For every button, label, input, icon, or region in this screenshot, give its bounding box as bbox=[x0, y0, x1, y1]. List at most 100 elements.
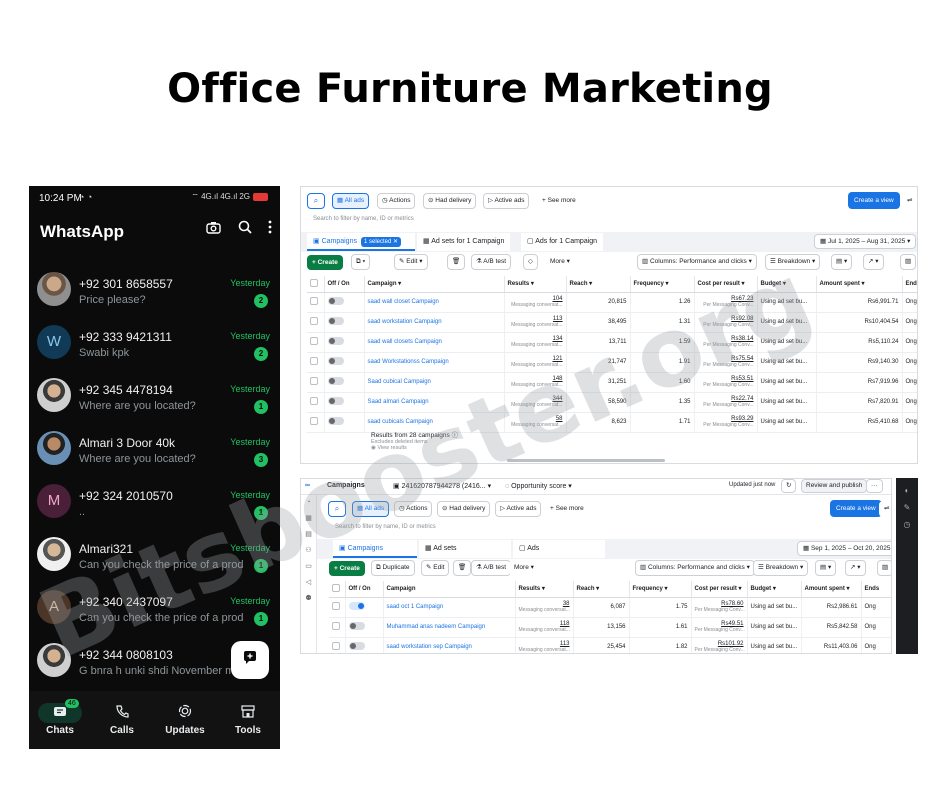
campaign-toggle[interactable] bbox=[327, 357, 344, 365]
chart-icon[interactable]: ▨ bbox=[900, 254, 917, 270]
col-amount-spent[interactable]: Amount spent ▾ bbox=[801, 581, 862, 598]
card-icon[interactable]: ▭ bbox=[301, 559, 316, 575]
export-icon[interactable]: ↗ ▾ bbox=[845, 560, 866, 576]
row-toggle-cell[interactable] bbox=[345, 617, 384, 638]
table-row[interactable]: saad Workstationss Campaign 121 Messaging … bbox=[307, 352, 917, 373]
col-budget[interactable]: Budget ▾ bbox=[747, 581, 802, 598]
table-row[interactable]: saad wall closet Campaign 104 Messaging co… bbox=[307, 292, 917, 313]
filter-active-ads[interactable]: ▷ Active ads bbox=[495, 501, 542, 517]
filter-actions[interactable]: ◷ Actions bbox=[377, 193, 416, 209]
edit-button[interactable]: ✎ Edit bbox=[421, 560, 450, 576]
chat-item[interactable]: W +92 333 9421311 Swabi kpk Yesterday 2 bbox=[29, 319, 280, 372]
campaign-name-link[interactable]: saad oct 1 Campaign bbox=[383, 597, 516, 618]
tab-ads[interactable]: ▢ Ads for 1 Campaign bbox=[521, 233, 604, 251]
checkbox[interactable] bbox=[310, 317, 318, 325]
filter-had-delivery[interactable]: ⊝ Had delivery bbox=[423, 193, 477, 209]
filter-active-ads[interactable]: ▷ Active ads bbox=[483, 193, 530, 209]
campaign-toggle[interactable] bbox=[327, 317, 344, 325]
col-results[interactable]: Results ▾ bbox=[515, 581, 574, 598]
col-reach[interactable]: Reach ▾ bbox=[573, 581, 630, 598]
delete-icon[interactable]: 🗑 bbox=[447, 254, 466, 270]
columns-dropdown[interactable]: ▥ Columns: Performance and clicks ▾ bbox=[637, 254, 757, 270]
nav-chats[interactable]: 46 Chats bbox=[30, 699, 90, 736]
campaign-name-link[interactable]: saad Workstationss Campaign bbox=[364, 352, 505, 373]
chart-icon[interactable]: ▨ bbox=[877, 560, 891, 576]
create-view-button[interactable]: Create a view bbox=[848, 192, 900, 209]
row-toggle-cell[interactable] bbox=[324, 292, 365, 313]
search-filter-input[interactable]: Search to filter by name, ID or metrics bbox=[335, 524, 436, 530]
duplicate-icon[interactable]: ⧉ ▾ bbox=[351, 254, 371, 270]
audience-icon[interactable]: ⚉ bbox=[301, 591, 316, 607]
search-icon[interactable]: ⌕ bbox=[307, 193, 325, 209]
see-more-button[interactable]: + See more bbox=[537, 193, 581, 209]
more-dropdown[interactable]: More ▾ bbox=[509, 560, 539, 576]
row-toggle-cell[interactable] bbox=[324, 332, 365, 353]
more-icon[interactable]: ··· bbox=[866, 479, 883, 493]
reports-icon[interactable]: ▤ ▾ bbox=[815, 560, 837, 576]
filter-had-delivery[interactable]: ⊝ Had delivery bbox=[437, 501, 491, 517]
campaign-toggle[interactable] bbox=[348, 622, 365, 630]
clock-icon[interactable]: ◷ bbox=[896, 520, 918, 529]
search-filter-input[interactable]: Search to filter by name, ID or metrics bbox=[313, 216, 414, 222]
chat-item[interactable]: A +92 340 2437097 Can you check the pric… bbox=[29, 584, 280, 637]
col-ends[interactable]: Ends bbox=[902, 276, 917, 293]
row-toggle-cell[interactable] bbox=[324, 392, 365, 413]
row-toggle-cell[interactable] bbox=[324, 412, 365, 433]
row-toggle-cell[interactable] bbox=[345, 597, 384, 618]
campaign-toggle[interactable] bbox=[327, 377, 344, 385]
row-select[interactable] bbox=[307, 412, 325, 433]
campaign-name-link[interactable]: Saad almari Campaign bbox=[364, 392, 505, 413]
col-frequency[interactable]: Frequency ▾ bbox=[629, 581, 692, 598]
tab-campaigns[interactable]: ▣ Campaigns 1 selected ✕ bbox=[307, 233, 415, 251]
checkbox[interactable] bbox=[310, 377, 318, 385]
table-row[interactable]: Saad cubical Campaign 148 Messaging conver… bbox=[307, 372, 917, 393]
chat-item[interactable]: +92 345 4478194 Where are you located? Y… bbox=[29, 372, 280, 425]
checkbox[interactable] bbox=[332, 642, 340, 650]
settings-sliders-icon[interactable]: ⇌ bbox=[902, 193, 917, 209]
campaign-toggle[interactable] bbox=[327, 337, 344, 345]
view-results-link[interactable]: ◉ View results bbox=[371, 445, 458, 451]
select-all-checkbox[interactable] bbox=[329, 581, 346, 598]
col-reach[interactable]: Reach ▾ bbox=[566, 276, 631, 293]
date-range-picker[interactable]: ▦ Sep 1, 2025 – Oct 20, 2025 ▾ bbox=[797, 541, 891, 556]
edit-button[interactable]: ✎ Edit ▾ bbox=[394, 254, 428, 270]
campaign-name-link[interactable]: Saad cubical Campaign bbox=[364, 372, 505, 393]
chat-item[interactable]: +92 301 8658557 Price please? Yesterday … bbox=[29, 266, 280, 319]
table-row[interactable]: saad wall closets Campaign 134 Messaging c… bbox=[307, 332, 917, 353]
breakdown-dropdown[interactable]: ☰ Breakdown ▾ bbox=[753, 560, 809, 576]
row-select[interactable] bbox=[307, 352, 325, 373]
breakdown-dropdown[interactable]: ☰ Breakdown ▾ bbox=[765, 254, 821, 270]
nav-updates[interactable]: Updates bbox=[155, 703, 215, 736]
search-icon[interactable] bbox=[238, 220, 252, 239]
campaign-toggle[interactable] bbox=[327, 397, 344, 405]
duplicate-button[interactable]: ⧉ Duplicate bbox=[371, 560, 415, 576]
table-row[interactable]: Saad almari Campaign 344 Messaging convers… bbox=[307, 392, 917, 413]
date-range-picker[interactable]: ▦ Jul 1, 2025 – Aug 31, 2025 ▾ bbox=[814, 234, 917, 249]
campaign-toggle[interactable] bbox=[348, 642, 365, 650]
more-options-icon[interactable] bbox=[268, 220, 272, 239]
pencil-icon[interactable]: ✎ bbox=[896, 503, 918, 512]
col-campaign[interactable]: Campaign bbox=[383, 581, 516, 598]
col-off-on[interactable]: Off / On bbox=[324, 276, 365, 293]
refresh-icon[interactable]: ↻ bbox=[781, 479, 797, 493]
create-view-button[interactable]: Create a view bbox=[830, 500, 882, 517]
selected-chip[interactable]: 1 selected ✕ bbox=[360, 237, 402, 247]
col-campaign[interactable]: Campaign ▾ bbox=[364, 276, 505, 293]
checkbox[interactable] bbox=[310, 357, 318, 365]
tab-campaigns[interactable]: ▣ Campaigns bbox=[333, 540, 417, 558]
reports-icon[interactable]: ▤ ▾ bbox=[831, 254, 853, 270]
chat-item[interactable]: Almari 3 Door 40k Where are you located?… bbox=[29, 425, 280, 478]
export-icon[interactable]: ↗ ▾ bbox=[863, 254, 884, 270]
campaign-toggle[interactable] bbox=[327, 297, 344, 305]
col-ends[interactable]: Ends bbox=[861, 581, 891, 598]
see-more-button[interactable]: + See more bbox=[545, 501, 589, 517]
avatar[interactable]: ◐ bbox=[896, 486, 918, 495]
tab-adsets[interactable]: ▦ Ad sets bbox=[419, 540, 511, 558]
campaign-name-link[interactable]: Muhammad anas nadeem Campaign bbox=[383, 617, 516, 638]
row-toggle-cell[interactable] bbox=[324, 372, 365, 393]
campaign-toggle[interactable] bbox=[327, 417, 344, 425]
search-icon[interactable]: ⌕ bbox=[328, 501, 346, 517]
chat-item[interactable]: M +92 324 2010570 .. Yesterday 1 bbox=[29, 478, 280, 531]
create-button[interactable]: + Create bbox=[307, 255, 343, 270]
more-dropdown[interactable]: More ▾ bbox=[545, 254, 575, 270]
